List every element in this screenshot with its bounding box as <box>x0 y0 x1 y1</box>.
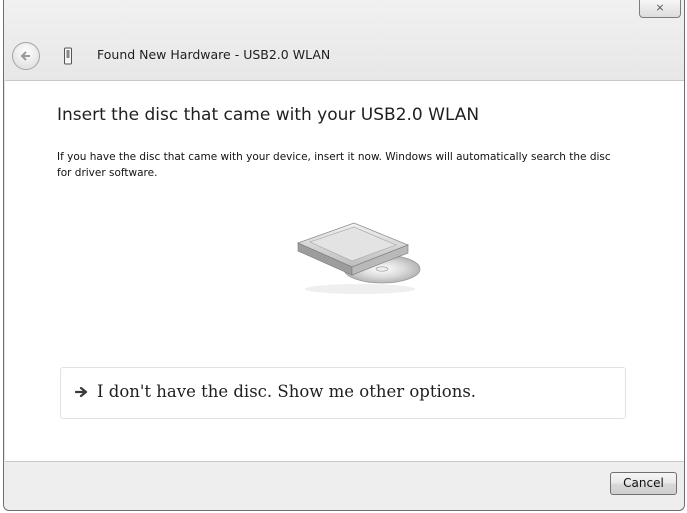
no-disc-option-label: I don't have the disc. Show me other opt… <box>97 382 477 401</box>
instruction-text: If you have the disc that came with your… <box>57 151 611 179</box>
cancel-button[interactable]: Cancel <box>610 472 677 495</box>
content-panel: Insert the disc that came with your USB2… <box>5 80 684 462</box>
footer-bar: Cancel <box>4 462 684 510</box>
no-disc-option[interactable]: I don't have the disc. Show me other opt… <box>60 367 626 419</box>
usb-device-icon <box>64 47 72 65</box>
window-title: Found New Hardware - USB2.0 WLAN <box>97 47 331 62</box>
found-new-hardware-dialog: ⨯ Found New Hardware - USB2.0 WLAN Inser… <box>3 0 685 511</box>
right-arrow-icon <box>75 386 88 398</box>
back-button[interactable] <box>12 42 40 70</box>
close-button[interactable]: ⨯ <box>639 0 681 18</box>
title-bar: ⨯ Found New Hardware - USB2.0 WLAN <box>4 0 684 80</box>
close-icon: ⨯ <box>655 1 665 14</box>
page-heading: Insert the disc that came with your USB2… <box>57 105 480 125</box>
back-arrow-icon <box>20 51 30 61</box>
disc-drive-icon <box>296 222 421 294</box>
